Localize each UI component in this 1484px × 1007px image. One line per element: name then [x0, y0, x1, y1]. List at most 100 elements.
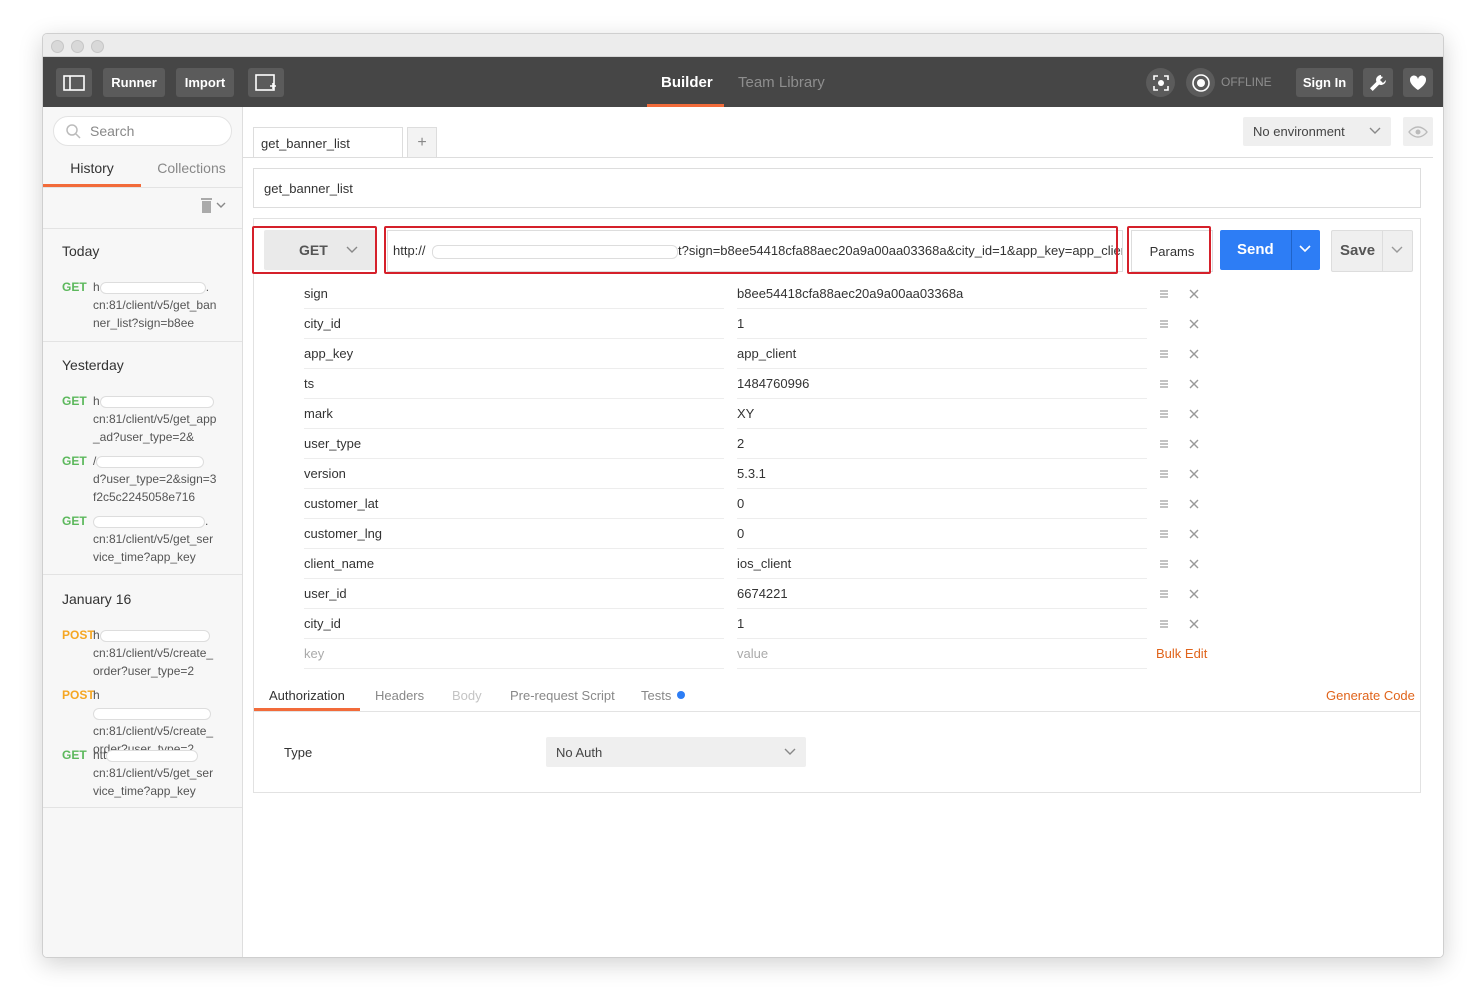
drag-handle-icon[interactable] — [1156, 466, 1172, 482]
params-button[interactable]: Params — [1131, 230, 1213, 272]
drag-handle-icon[interactable] — [1156, 376, 1172, 392]
param-key[interactable]: customer_lng — [304, 519, 724, 549]
environment-select[interactable]: No environment — [1243, 117, 1391, 146]
param-key[interactable]: version — [304, 459, 724, 489]
request-tab[interactable]: get_banner_list — [253, 127, 403, 158]
drag-handle-icon[interactable] — [1156, 616, 1172, 632]
drag-handle-icon[interactable] — [1156, 406, 1172, 422]
auth-type-select[interactable]: No Auth — [546, 737, 806, 767]
settings-button[interactable] — [1363, 68, 1393, 97]
param-row[interactable]: user_type 2 — [284, 429, 1199, 459]
zoom-window-button[interactable] — [91, 40, 104, 53]
drag-handle-icon[interactable] — [1156, 496, 1172, 512]
tab-builder[interactable]: Builder — [661, 57, 713, 107]
drag-handle-icon[interactable] — [1156, 346, 1172, 362]
url-input[interactable]: http:// t?sign=b8ee54418cfa88aec20a9a00a… — [387, 230, 1123, 272]
param-row[interactable]: version 5.3.1 — [284, 459, 1199, 489]
param-key[interactable]: city_id — [304, 609, 724, 639]
param-key[interactable]: ts — [304, 369, 724, 399]
remove-param-icon[interactable] — [1186, 526, 1202, 542]
send-button[interactable]: Send — [1220, 230, 1320, 270]
environment-quick-look-button[interactable] — [1403, 117, 1433, 146]
drag-handle-icon[interactable] — [1156, 556, 1172, 572]
param-row[interactable]: user_id 6674221 — [284, 579, 1199, 609]
interceptor-button[interactable] — [1146, 68, 1175, 97]
remove-param-icon[interactable] — [1186, 466, 1202, 482]
drag-handle-icon[interactable] — [1156, 586, 1172, 602]
history-item[interactable]: POST hcn:81/client/v5/create_order?user_… — [62, 686, 234, 756]
history-item[interactable]: GET / d?user_type=2&sign=3f2c5c2245058e71… — [62, 452, 234, 508]
drag-handle-icon[interactable] — [1156, 436, 1172, 452]
remove-param-icon[interactable] — [1186, 586, 1202, 602]
chevron-down-icon[interactable] — [1299, 245, 1311, 253]
param-value[interactable]: 5.3.1 — [737, 459, 1147, 489]
history-item[interactable]: GET htt cn:81/client/v5/get_service_time?… — [62, 746, 234, 802]
param-row[interactable]: city_id 1 — [284, 309, 1199, 339]
param-key[interactable]: sign — [304, 279, 724, 309]
param-value[interactable]: 1484760996 — [737, 369, 1147, 399]
history-item[interactable]: GET h. cn:81/client/v5/get_banner_list?si… — [62, 278, 234, 334]
history-item[interactable]: GET h cn:81/client/v5/get_app_ad?user_typ… — [62, 392, 234, 448]
save-button[interactable]: Save — [1331, 230, 1413, 272]
remove-param-icon[interactable] — [1186, 376, 1202, 392]
clear-history-button[interactable] — [200, 197, 226, 213]
remove-param-icon[interactable] — [1186, 286, 1202, 302]
new-param-value-input[interactable]: value — [737, 639, 1147, 669]
import-button[interactable]: Import — [176, 68, 234, 97]
subtab-authorization[interactable]: Authorization — [269, 679, 345, 711]
history-item[interactable]: POST hcn:81/client/v5/create_order?user_… — [62, 626, 234, 682]
param-key[interactable]: user_id — [304, 579, 724, 609]
param-key[interactable]: mark — [304, 399, 724, 429]
drag-handle-icon[interactable] — [1156, 286, 1172, 302]
new-param-key-input[interactable]: key — [304, 639, 724, 669]
remove-param-icon[interactable] — [1186, 616, 1202, 632]
param-value[interactable]: ios_client — [737, 549, 1147, 579]
subtab-pre-request-script[interactable]: Pre-request Script — [510, 679, 615, 711]
request-name-bar[interactable]: get_banner_list — [253, 168, 1421, 208]
runner-button[interactable]: Runner — [103, 68, 165, 97]
param-value[interactable]: 0 — [737, 519, 1147, 549]
new-window-button[interactable] — [248, 68, 284, 97]
remove-param-icon[interactable] — [1186, 496, 1202, 512]
chevron-down-icon[interactable] — [1391, 246, 1403, 254]
drag-handle-icon[interactable] — [1156, 526, 1172, 542]
param-value[interactable]: XY — [737, 399, 1147, 429]
param-key[interactable]: app_key — [304, 339, 724, 369]
param-key[interactable]: city_id — [304, 309, 724, 339]
tab-collections[interactable]: Collections — [141, 151, 242, 185]
param-value[interactable]: 6674221 — [737, 579, 1147, 609]
param-key[interactable]: customer_lat — [304, 489, 724, 519]
param-value[interactable]: 1 — [737, 609, 1147, 639]
history-item[interactable]: GET . cn:81/client/v5/get_service_time?ap… — [62, 512, 234, 568]
tab-history[interactable]: History — [43, 151, 141, 185]
sync-status-button[interactable] — [1186, 68, 1215, 97]
sign-in-button[interactable]: Sign In — [1296, 68, 1353, 97]
param-row[interactable]: mark XY — [284, 399, 1199, 429]
param-row[interactable]: app_key app_client — [284, 339, 1199, 369]
param-value[interactable]: b8ee54418cfa88aec20a9a00aa03368a — [737, 279, 1147, 309]
drag-handle-icon[interactable] — [1156, 316, 1172, 332]
param-row[interactable]: ts 1484760996 — [284, 369, 1199, 399]
subtab-tests[interactable]: Tests — [641, 679, 686, 711]
param-row[interactable]: city_id 1 — [284, 609, 1199, 639]
remove-param-icon[interactable] — [1186, 436, 1202, 452]
sidebar-toggle-button[interactable] — [56, 68, 92, 97]
method-select[interactable]: GET — [264, 230, 376, 270]
param-key[interactable]: user_type — [304, 429, 724, 459]
generate-code-link[interactable]: Generate Code — [1326, 688, 1415, 703]
param-row[interactable]: customer_lat 0 — [284, 489, 1199, 519]
bulk-edit-link[interactable]: Bulk Edit — [1156, 646, 1207, 661]
subtab-body[interactable]: Body — [452, 679, 482, 711]
close-window-button[interactable] — [51, 40, 64, 53]
param-value[interactable]: 0 — [737, 489, 1147, 519]
param-value[interactable]: app_client — [737, 339, 1147, 369]
add-tab-button[interactable]: + — [407, 127, 437, 158]
remove-param-icon[interactable] — [1186, 406, 1202, 422]
param-value[interactable]: 2 — [737, 429, 1147, 459]
minimize-window-button[interactable] — [71, 40, 84, 53]
remove-param-icon[interactable] — [1186, 556, 1202, 572]
search-input[interactable]: Search — [53, 116, 232, 146]
tab-team-library[interactable]: Team Library — [738, 57, 825, 107]
param-row[interactable]: client_name ios_client — [284, 549, 1199, 579]
param-row[interactable]: customer_lng 0 — [284, 519, 1199, 549]
